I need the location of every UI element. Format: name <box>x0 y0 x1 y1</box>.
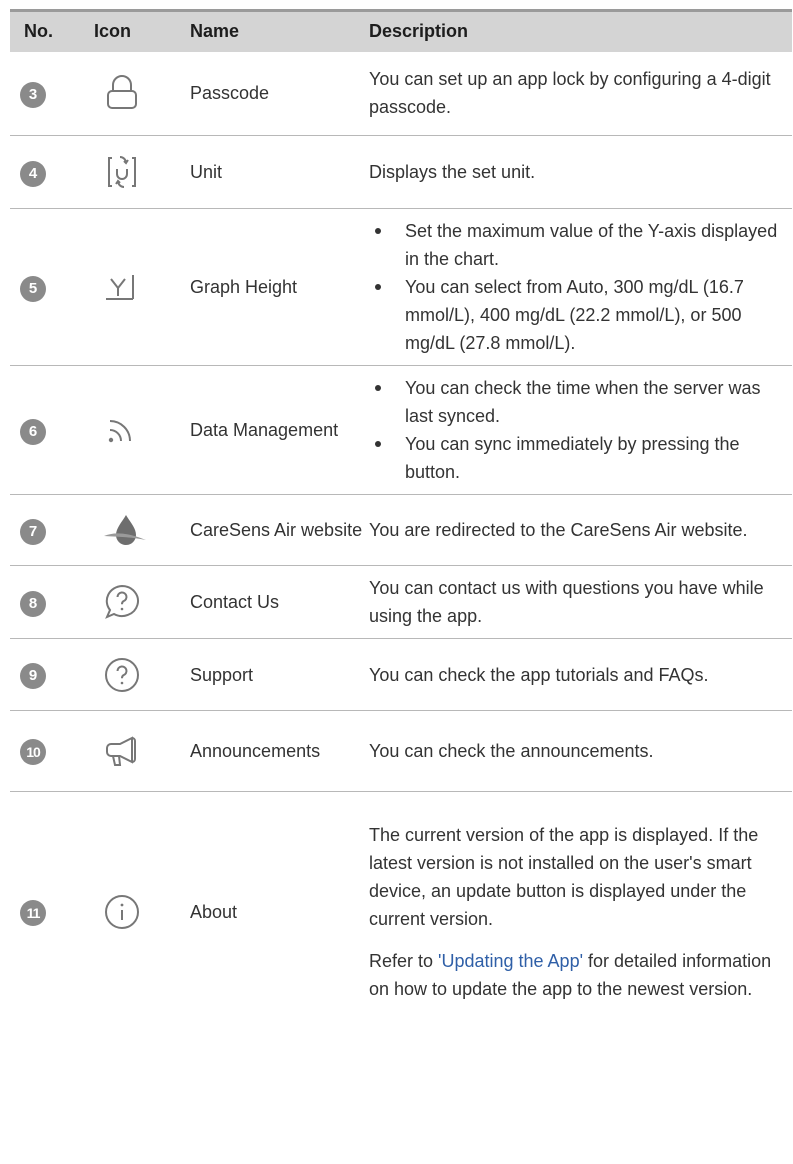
row-description: You are redirected to the CareSens Air w… <box>369 520 748 540</box>
list-item: Set the maximum value of the Y-axis disp… <box>369 217 778 273</box>
row-number-badge: 4 <box>20 160 46 187</box>
header-description: Description <box>369 21 469 42</box>
row-number-badge: 8 <box>20 590 46 617</box>
row-number-badge: 3 <box>20 81 46 108</box>
row-number-badge: 9 <box>20 663 46 689</box>
table-row: 8 Contact Us You can contact us with que… <box>10 566 792 639</box>
header-no: No. <box>24 21 53 42</box>
info-circle-icon <box>102 892 186 932</box>
row-description: You can check the app tutorials and FAQs… <box>369 664 709 685</box>
list-item: You can select from Auto, 300 mg/dL (16.… <box>369 273 778 357</box>
row-name: Announcements <box>190 741 321 761</box>
updating-the-app-link[interactable]: 'Updating the App' <box>438 951 583 971</box>
row-name: CareSens Air website <box>190 520 363 540</box>
list-item: You can sync immediately by pressing the… <box>369 430 778 486</box>
row-name: Contact Us <box>190 592 280 612</box>
row-description: You can check the announcements. <box>369 741 654 761</box>
table-row: 10 Announcements You can check the annou… <box>10 711 792 792</box>
table-row: 9 Support You can check the app tutorial… <box>10 639 792 711</box>
lock-icon <box>102 73 186 113</box>
table-row: 4 Unit Displays the set unit. <box>10 136 792 209</box>
unit-switch-icon <box>102 152 186 192</box>
graph-height-icon <box>102 267 186 307</box>
header-icon: Icon <box>94 21 132 42</box>
table-row: 3 Passcode You can set up an app lock by… <box>10 52 792 136</box>
sync-icon <box>102 410 186 450</box>
row-name: Unit <box>190 162 223 182</box>
chat-question-icon <box>102 582 186 622</box>
page: No. Icon Name Description 3 Passcode You… <box>0 0 793 1164</box>
row-note: Refer to 'Updating the App' for detailed… <box>369 947 778 1003</box>
settings-table: No. Icon Name Description 3 Passcode You… <box>10 9 792 1032</box>
row-description: You can set up an app lock by configurin… <box>369 69 771 118</box>
table-row: 5 Graph Height Set the maximum value of … <box>10 209 792 366</box>
row-name: About <box>190 901 238 922</box>
table-row: 6 Data Management You can check the time… <box>10 366 792 495</box>
help-circle-icon <box>102 655 186 695</box>
list-item: You can check the time when the server w… <box>369 374 778 430</box>
row-name: Graph Height <box>190 277 298 297</box>
note-prefix: Refer to <box>369 950 439 971</box>
megaphone-icon <box>102 731 186 771</box>
row-name: Support <box>190 664 254 685</box>
row-name: Passcode <box>190 83 270 104</box>
description-bullets: You can check the time when the server w… <box>369 374 778 486</box>
row-number-badge: 6 <box>20 418 46 445</box>
table-row: 11 About The current version of the app … <box>10 792 792 1032</box>
row-number-badge: 5 <box>20 275 46 302</box>
table-row: 7 CareSens Air website You are redirecte… <box>10 495 792 566</box>
row-number-badge: 11 <box>20 899 46 926</box>
row-number-badge: 10 <box>20 739 46 765</box>
row-number-badge: 7 <box>20 518 46 545</box>
row-description: The current version of the app is displa… <box>369 824 759 929</box>
row-description: You can contact us with questions you ha… <box>369 578 764 626</box>
caresens-drop-icon <box>102 510 186 550</box>
table-header-row: No. Icon Name Description <box>10 10 792 52</box>
row-description: Displays the set unit. <box>369 162 536 182</box>
description-bullets: Set the maximum value of the Y-axis disp… <box>369 217 778 357</box>
header-name: Name <box>190 21 240 42</box>
row-name: Data Management <box>190 420 339 440</box>
